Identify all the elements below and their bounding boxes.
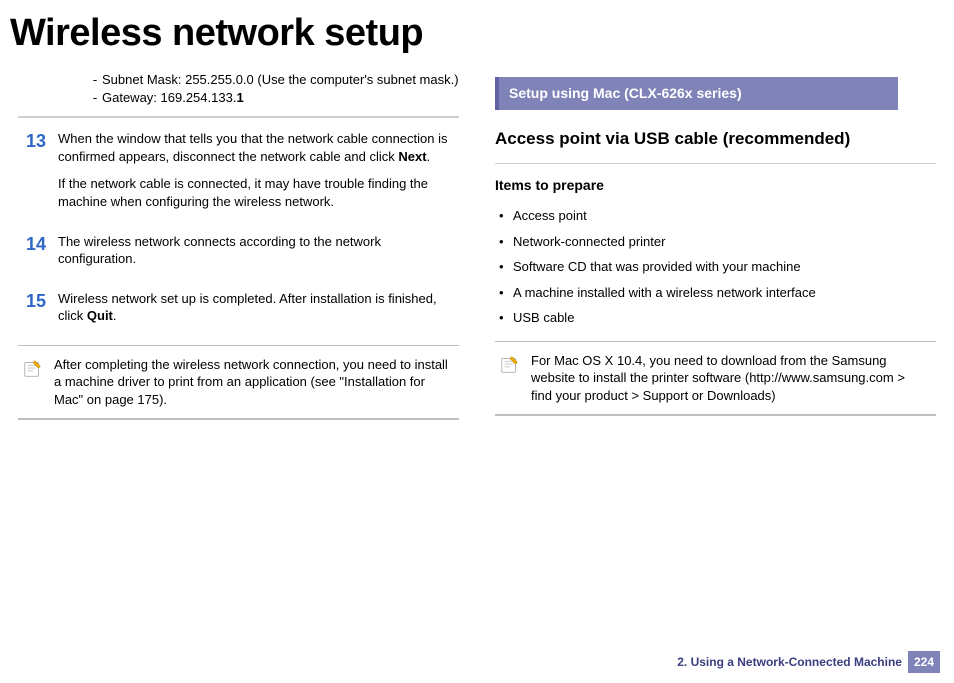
items-list: Access point Network-connected printer S… [495,203,936,331]
step-13-para-2: If the network cable is connected, it ma… [58,175,459,210]
gateway-prefix: Gateway: 169.254.133. [102,90,236,105]
section-header-bar: Setup using Mac (CLX-626x series) [495,77,898,110]
step-13: 13 When the window that tells you that t… [18,130,459,220]
list-item: A machine installed with a wireless netw… [495,280,936,306]
subsection-heading: Access point via USB cable (recommended) [495,128,936,151]
step-number: 13 [18,130,46,220]
text: . [427,149,431,164]
step-number: 14 [18,233,46,278]
text: . [113,308,117,323]
list-item: Network-connected printer [495,229,936,255]
note-icon [499,354,521,376]
list-item: Software CD that was provided with your … [495,254,936,280]
step-body: When the window that tells you that the … [58,130,459,220]
subnet-mask-text: Subnet Mask: 255.255.0.0 (Use the comput… [102,71,459,89]
note-text: After completing the wireless network co… [54,356,451,409]
items-heading: Items to prepare [495,176,936,195]
gateway-row: - Gateway: 169.254.133.1 [88,89,459,107]
separator [495,163,936,164]
step-15: 15 Wireless network set up is completed.… [18,290,459,335]
two-column-layout: - Subnet Mask: 255.255.0.0 (Use the comp… [0,71,954,420]
dash-icon: - [88,89,102,107]
footer-chapter: 2. Using a Network-Connected Machine [677,654,902,670]
page-number: 224 [908,651,940,673]
step-14: 14 The wireless network connects accordi… [18,233,459,278]
step-13-para-1: When the window that tells you that the … [58,130,459,165]
step-14-para-1: The wireless network connects according … [58,233,459,268]
step-body: Wireless network set up is completed. Af… [58,290,459,335]
note-box-left: After completing the wireless network co… [18,345,459,421]
note-box-right: For Mac OS X 10.4, you need to download … [495,341,936,417]
list-item: Access point [495,203,936,229]
step-body: The wireless network connects according … [58,233,459,278]
right-column: Setup using Mac (CLX-626x series) Access… [495,71,936,420]
note-text: For Mac OS X 10.4, you need to download … [531,352,928,405]
separator [18,116,459,118]
next-bold: Next [398,149,426,164]
step-15-para-1: Wireless network set up is completed. Af… [58,290,459,325]
page-title: Wireless network setup [10,8,954,59]
quit-bold: Quit [87,308,113,323]
step-number: 15 [18,290,46,335]
list-item: USB cable [495,305,936,331]
text: When the window that tells you that the … [58,131,448,164]
dash-icon: - [88,71,102,89]
note-icon [22,358,44,380]
left-column: - Subnet Mask: 255.255.0.0 (Use the comp… [18,71,459,420]
page-footer: 2. Using a Network-Connected Machine 224 [677,651,940,673]
gateway-text: Gateway: 169.254.133.1 [102,89,244,107]
subnet-mask-row: - Subnet Mask: 255.255.0.0 (Use the comp… [88,71,459,89]
gateway-bold: 1 [236,90,243,105]
